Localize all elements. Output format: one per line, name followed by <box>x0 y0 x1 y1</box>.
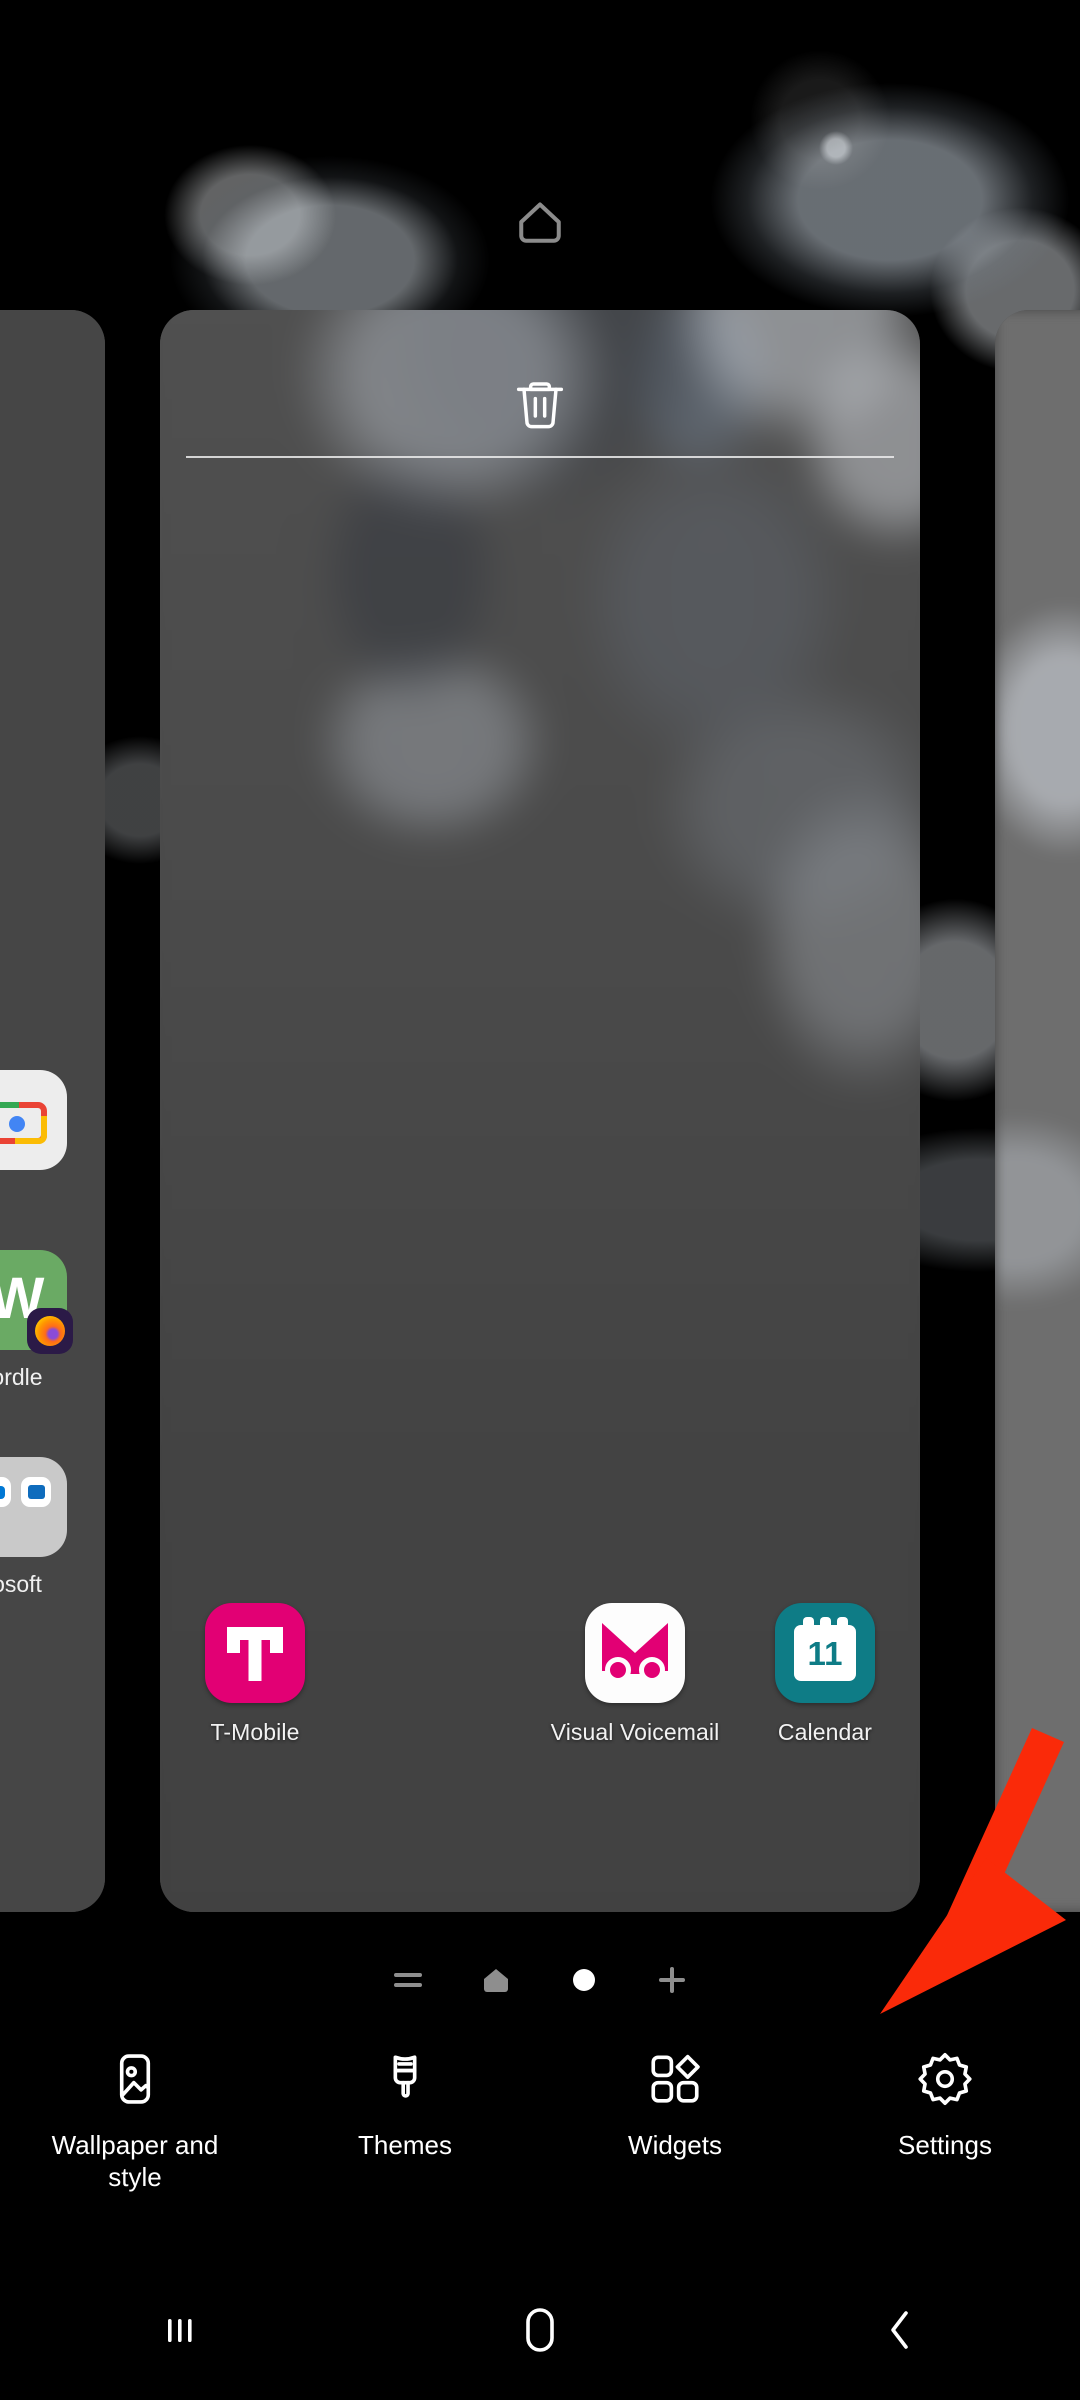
option-settings[interactable]: Settings <box>810 2040 1080 2230</box>
calendar-icon[interactable]: 11 <box>775 1603 875 1703</box>
page-card-active[interactable]: T-Mobile Visual Voicemail 11 Calendar <box>160 310 920 1912</box>
option-wallpaper-and-style[interactable]: Wallpaper and style <box>0 2040 270 2230</box>
dock-item-label: Visual Voicemail <box>550 1719 720 1745</box>
visual-voicemail-icon[interactable] <box>585 1603 685 1703</box>
app-item-photos[interactable] <box>0 1070 102 1184</box>
app-item-microsoft-folder[interactable]: osoft <box>0 1457 102 1598</box>
home-outline-icon[interactable] <box>510 192 570 252</box>
option-label: Widgets <box>628 2130 722 2160</box>
home-editor-option-bar: Wallpaper and style Themes Widgets Setti… <box>0 2040 1080 2230</box>
wordle-icon[interactable]: W <box>0 1250 73 1354</box>
widgets-icon <box>646 2050 704 2108</box>
option-widgets[interactable]: Widgets <box>540 2040 810 2230</box>
card-divider <box>186 456 894 458</box>
page-card-next-fill <box>995 310 1080 1912</box>
lines-icon[interactable] <box>390 1962 426 1998</box>
current-page-dot-icon[interactable] <box>566 1962 602 1998</box>
dock-item-visual-voicemail[interactable]: Visual Voicemail <box>540 1603 730 1746</box>
option-label: Wallpaper and style <box>51 2130 219 2192</box>
page-indicator-row <box>0 1950 1080 2010</box>
option-label: Settings <box>898 2130 992 2160</box>
microsoft-folder-icon[interactable] <box>0 1457 67 1557</box>
gear-icon <box>916 2050 974 2108</box>
option-label: Themes <box>358 2130 452 2160</box>
home-icon[interactable] <box>478 1962 514 1998</box>
app-label: osoft <box>0 1571 42 1597</box>
trash-icon[interactable] <box>508 372 572 436</box>
wallpaper-icon <box>106 2050 164 2108</box>
photos-camera-icon[interactable] <box>0 1070 67 1170</box>
dock-item-label: T-Mobile <box>210 1719 300 1745</box>
dock-item-label: Calendar <box>777 1719 873 1745</box>
plus-icon[interactable] <box>654 1962 690 1998</box>
page-card-next[interactable] <box>995 310 1080 1912</box>
paintbrush-icon <box>376 2050 434 2108</box>
dock-item-calendar[interactable]: 11 Calendar <box>730 1603 920 1746</box>
left-app-column: W ordle osoft <box>0 1070 102 1664</box>
calendar-day-number: 11 <box>807 1635 843 1672</box>
option-themes[interactable]: Themes <box>270 2040 540 2230</box>
app-label: ordle <box>0 1364 43 1390</box>
android-home-screen-editor: W ordle osoft <box>0 0 1080 2400</box>
android-nav-bar <box>0 2260 1080 2400</box>
dock-item-empty[interactable] <box>350 1603 540 1746</box>
dock-row: T-Mobile Visual Voicemail 11 Calendar <box>160 1603 920 1746</box>
recents-icon[interactable] <box>0 2260 360 2400</box>
dock-item-t-mobile[interactable]: T-Mobile <box>160 1603 350 1746</box>
home-pill-icon[interactable] <box>360 2260 720 2400</box>
firefox-icon <box>27 1308 73 1354</box>
t-mobile-icon[interactable] <box>205 1603 305 1703</box>
app-item-wordle[interactable]: W ordle <box>0 1250 102 1391</box>
back-chevron-icon[interactable] <box>720 2260 1080 2400</box>
